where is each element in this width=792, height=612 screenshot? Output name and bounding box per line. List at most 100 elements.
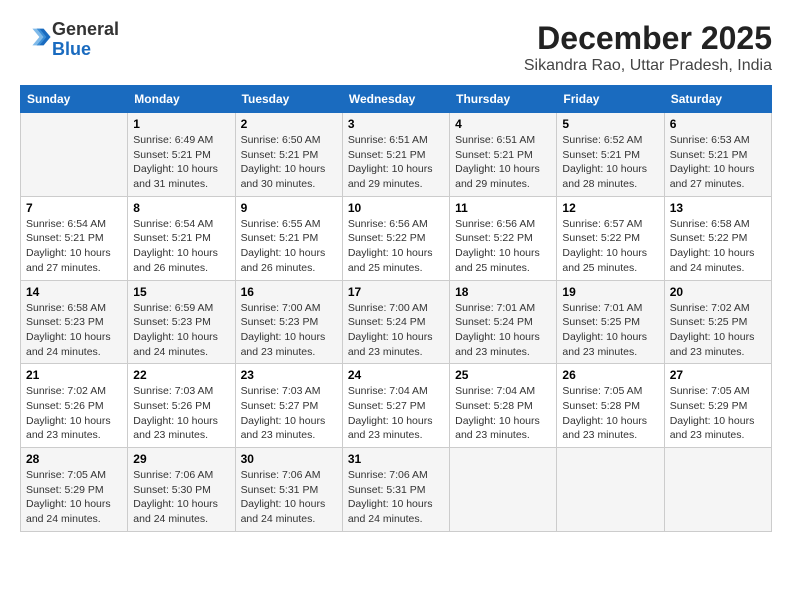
day-number: 27 — [670, 368, 766, 382]
day-info: Sunrise: 6:52 AMSunset: 5:21 PMDaylight:… — [562, 133, 658, 192]
title-area: December 2025 Sikandra Rao, Uttar Prades… — [524, 20, 772, 75]
calendar-cell: 8 Sunrise: 6:54 AMSunset: 5:21 PMDaylight… — [128, 196, 235, 280]
calendar-table: SundayMondayTuesdayWednesdayThursdayFrid… — [20, 85, 772, 532]
day-info: Sunrise: 6:56 AMSunset: 5:22 PMDaylight:… — [455, 217, 551, 276]
week-row-3: 14Sunrise: 6:58 AMSunset: 5:23 PMDayligh… — [21, 280, 772, 364]
day-number: 7 — [26, 201, 122, 215]
day-number: 5 — [562, 117, 658, 131]
calendar-cell: 11 Sunrise: 6:56 AMSunset: 5:22 PMDayligh… — [450, 196, 557, 280]
day-info: Sunrise: 6:54 AMSunset: 5:21 PMDaylight:… — [26, 217, 122, 276]
calendar-cell: 22 Sunrise: 7:03 AMSunset: 5:26 PMDayligh… — [128, 364, 235, 448]
logo-icon — [24, 23, 52, 51]
day-number: 11 — [455, 201, 551, 215]
week-row-2: 7 Sunrise: 6:54 AMSunset: 5:21 PMDaylight… — [21, 196, 772, 280]
day-number: 9 — [241, 201, 337, 215]
header-day-saturday: Saturday — [664, 86, 771, 113]
day-number: 15 — [133, 285, 229, 299]
calendar-cell: 20 Sunrise: 7:02 AMSunset: 5:25 PMDayligh… — [664, 280, 771, 364]
day-info: Sunrise: 6:55 AMSunset: 5:21 PMDaylight:… — [241, 217, 337, 276]
calendar-cell: 18Sunrise: 7:01 AMSunset: 5:24 PMDayligh… — [450, 280, 557, 364]
calendar-cell: 5 Sunrise: 6:52 AMSunset: 5:21 PMDaylight… — [557, 113, 664, 197]
calendar-cell — [664, 448, 771, 532]
day-info: Sunrise: 7:00 AMSunset: 5:23 PMDaylight:… — [241, 301, 337, 360]
calendar-cell: 13 Sunrise: 6:58 AMSunset: 5:22 PMDayligh… — [664, 196, 771, 280]
calendar-cell: 6Sunrise: 6:53 AMSunset: 5:21 PMDaylight… — [664, 113, 771, 197]
day-number: 30 — [241, 452, 337, 466]
calendar-cell: 12 Sunrise: 6:57 AMSunset: 5:22 PMDayligh… — [557, 196, 664, 280]
calendar-cell: 29 Sunrise: 7:06 AMSunset: 5:30 PMDayligh… — [128, 448, 235, 532]
day-number: 18 — [455, 285, 551, 299]
day-number: 23 — [241, 368, 337, 382]
day-number: 2 — [241, 117, 337, 131]
calendar-cell: 21 Sunrise: 7:02 AMSunset: 5:26 PMDayligh… — [21, 364, 128, 448]
day-info: Sunrise: 6:59 AMSunset: 5:23 PMDaylight:… — [133, 301, 229, 360]
day-info: Sunrise: 6:49 AMSunset: 5:21 PMDaylight:… — [133, 133, 229, 192]
day-number: 28 — [26, 452, 122, 466]
day-info: Sunrise: 7:03 AMSunset: 5:27 PMDaylight:… — [241, 384, 337, 443]
calendar-body: 1 Sunrise: 6:49 AMSunset: 5:21 PMDaylight… — [21, 113, 772, 532]
day-info: Sunrise: 7:05 AMSunset: 5:28 PMDaylight:… — [562, 384, 658, 443]
calendar-cell: 23 Sunrise: 7:03 AMSunset: 5:27 PMDayligh… — [235, 364, 342, 448]
header-day-monday: Monday — [128, 86, 235, 113]
day-number: 14 — [26, 285, 122, 299]
day-number: 3 — [348, 117, 444, 131]
day-info: Sunrise: 7:04 AMSunset: 5:28 PMDaylight:… — [455, 384, 551, 443]
calendar-cell — [557, 448, 664, 532]
day-info: Sunrise: 7:06 AMSunset: 5:31 PMDaylight:… — [348, 468, 444, 527]
header-day-tuesday: Tuesday — [235, 86, 342, 113]
day-number: 10 — [348, 201, 444, 215]
day-info: Sunrise: 7:06 AMSunset: 5:30 PMDaylight:… — [133, 468, 229, 527]
calendar-cell: 28Sunrise: 7:05 AMSunset: 5:29 PMDayligh… — [21, 448, 128, 532]
header-day-wednesday: Wednesday — [342, 86, 449, 113]
calendar-cell: 31 Sunrise: 7:06 AMSunset: 5:31 PMDayligh… — [342, 448, 449, 532]
calendar-cell — [450, 448, 557, 532]
calendar-cell: 17Sunrise: 7:00 AMSunset: 5:24 PMDayligh… — [342, 280, 449, 364]
day-number: 1 — [133, 117, 229, 131]
calendar-cell: 16Sunrise: 7:00 AMSunset: 5:23 PMDayligh… — [235, 280, 342, 364]
calendar-cell: 25 Sunrise: 7:04 AMSunset: 5:28 PMDayligh… — [450, 364, 557, 448]
day-info: Sunrise: 6:53 AMSunset: 5:21 PMDaylight:… — [670, 133, 766, 192]
day-number: 20 — [670, 285, 766, 299]
calendar-cell: 9 Sunrise: 6:55 AMSunset: 5:21 PMDaylight… — [235, 196, 342, 280]
day-info: Sunrise: 6:54 AMSunset: 5:21 PMDaylight:… — [133, 217, 229, 276]
day-info: Sunrise: 7:03 AMSunset: 5:26 PMDaylight:… — [133, 384, 229, 443]
calendar-cell: 3 Sunrise: 6:51 AMSunset: 5:21 PMDaylight… — [342, 113, 449, 197]
day-number: 8 — [133, 201, 229, 215]
day-number: 21 — [26, 368, 122, 382]
day-info: Sunrise: 7:02 AMSunset: 5:26 PMDaylight:… — [26, 384, 122, 443]
calendar-cell: 15 Sunrise: 6:59 AMSunset: 5:23 PMDayligh… — [128, 280, 235, 364]
day-number: 12 — [562, 201, 658, 215]
day-number: 24 — [348, 368, 444, 382]
month-year-title: December 2025 — [524, 20, 772, 57]
day-info: Sunrise: 6:58 AMSunset: 5:22 PMDaylight:… — [670, 217, 766, 276]
day-info: Sunrise: 6:50 AMSunset: 5:21 PMDaylight:… — [241, 133, 337, 192]
day-number: 13 — [670, 201, 766, 215]
header-day-thursday: Thursday — [450, 86, 557, 113]
day-info: Sunrise: 6:57 AMSunset: 5:22 PMDaylight:… — [562, 217, 658, 276]
day-info: Sunrise: 7:04 AMSunset: 5:27 PMDaylight:… — [348, 384, 444, 443]
calendar-cell: 10Sunrise: 6:56 AMSunset: 5:22 PMDayligh… — [342, 196, 449, 280]
day-info: Sunrise: 6:51 AMSunset: 5:21 PMDaylight:… — [348, 133, 444, 192]
day-number: 31 — [348, 452, 444, 466]
day-info: Sunrise: 6:51 AMSunset: 5:21 PMDaylight:… — [455, 133, 551, 192]
calendar-cell: 24 Sunrise: 7:04 AMSunset: 5:27 PMDayligh… — [342, 364, 449, 448]
day-info: Sunrise: 7:02 AMSunset: 5:25 PMDaylight:… — [670, 301, 766, 360]
header-day-friday: Friday — [557, 86, 664, 113]
day-number: 22 — [133, 368, 229, 382]
day-number: 26 — [562, 368, 658, 382]
day-number: 29 — [133, 452, 229, 466]
calendar-cell — [21, 113, 128, 197]
calendar-cell: 27 Sunrise: 7:05 AMSunset: 5:29 PMDayligh… — [664, 364, 771, 448]
day-number: 4 — [455, 117, 551, 131]
day-number: 19 — [562, 285, 658, 299]
day-number: 25 — [455, 368, 551, 382]
week-row-1: 1 Sunrise: 6:49 AMSunset: 5:21 PMDaylight… — [21, 113, 772, 197]
header: General Blue December 2025 Sikandra Rao,… — [20, 20, 772, 75]
calendar-cell: 4 Sunrise: 6:51 AMSunset: 5:21 PMDaylight… — [450, 113, 557, 197]
day-info: Sunrise: 7:05 AMSunset: 5:29 PMDaylight:… — [670, 384, 766, 443]
day-info: Sunrise: 7:06 AMSunset: 5:31 PMDaylight:… — [241, 468, 337, 527]
week-row-5: 28Sunrise: 7:05 AMSunset: 5:29 PMDayligh… — [21, 448, 772, 532]
day-number: 17 — [348, 285, 444, 299]
header-row: SundayMondayTuesdayWednesdayThursdayFrid… — [21, 86, 772, 113]
logo: General Blue — [20, 20, 119, 60]
